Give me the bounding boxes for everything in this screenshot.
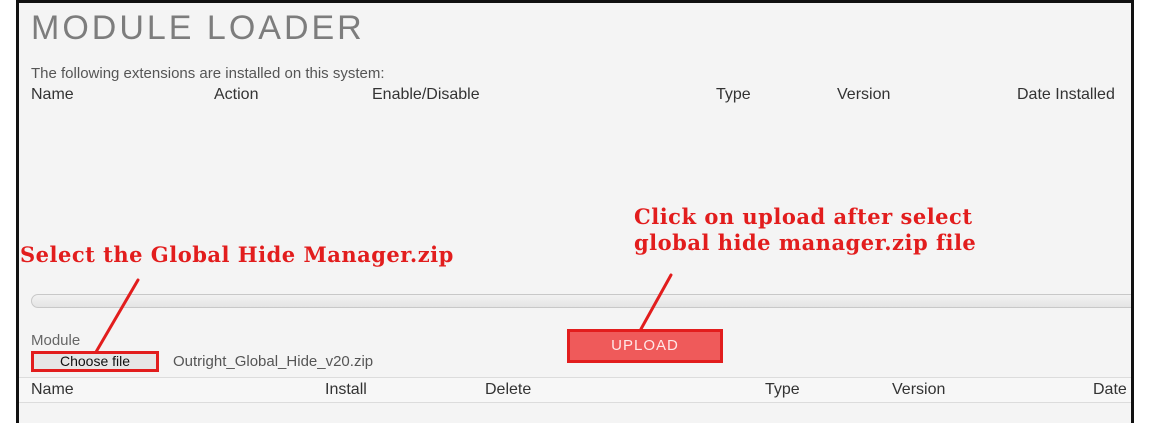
module-label: Module [31,332,81,349]
annotation-click-upload-line2: global hide manager.zip file [634,230,977,255]
installed-table-header: Name Action Enable/Disable Type Version … [19,83,1131,107]
upload-button[interactable]: UPLOAD [567,329,723,363]
annotation-click-upload-line1: Click on upload after select [634,204,973,229]
annotation-click-upload: Click on upload after select global hide… [634,204,976,256]
column-header-install[interactable]: Install [325,381,367,399]
column-header-enable-disable[interactable]: Enable/Disable [372,86,480,104]
column-header-version[interactable]: Version [837,86,890,104]
column-header-type[interactable]: Type [765,381,800,399]
column-header-type[interactable]: Type [716,86,751,104]
selected-file-name: Outright_Global_Hide_v20.zip [173,353,374,370]
column-header-name[interactable]: Name [31,381,74,399]
page-title: MODULE LOADER [31,9,365,47]
column-header-name[interactable]: Name [31,86,74,104]
column-header-action[interactable]: Action [214,86,258,104]
available-table-header: Name Install Delete Type Version Date P [19,377,1131,403]
column-header-date-published[interactable]: Date P [1093,381,1131,399]
horizontal-scrollbar[interactable] [31,294,1131,308]
installed-extensions-caption: The following extensions are installed o… [31,65,385,82]
annotation-select-file: Select the Global Hide Manager.zip [20,242,454,267]
column-header-version[interactable]: Version [892,381,945,399]
choose-file-button[interactable]: Choose file [31,351,159,372]
column-header-delete[interactable]: Delete [485,381,531,399]
column-header-date-installed[interactable]: Date Installed [1017,86,1115,104]
